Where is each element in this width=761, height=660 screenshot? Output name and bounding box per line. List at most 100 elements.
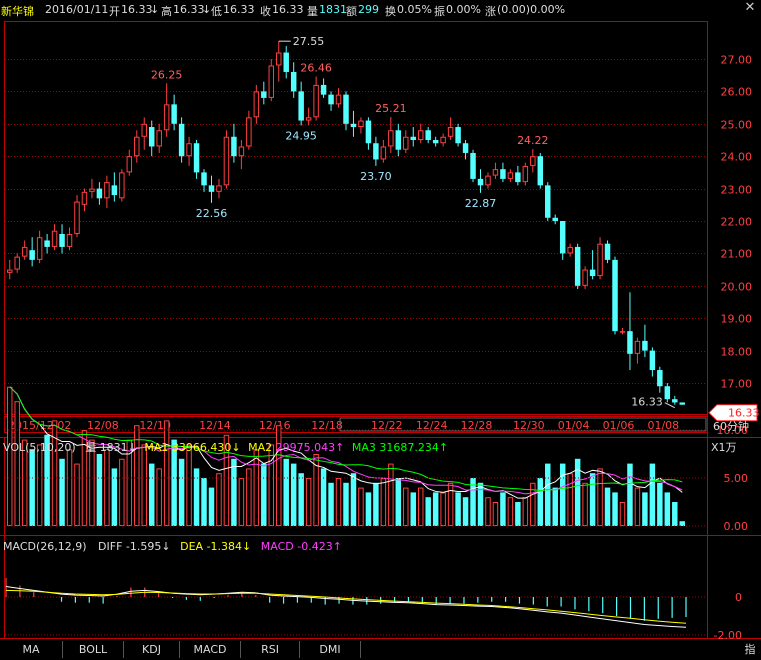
candle-body-up [485, 175, 491, 186]
candle-body-up [119, 172, 125, 199]
candle-body-up [358, 120, 364, 128]
annotation-pointer [664, 402, 676, 409]
volume-bar-down [111, 468, 118, 526]
indicator-menu-button[interactable]: 指 [743, 641, 757, 657]
volume-bar-down [559, 463, 566, 526]
candle-body-down [657, 370, 663, 387]
price-tick-label: 27.00 [721, 54, 753, 67]
candle-body-up [268, 65, 275, 98]
candle-body-down [574, 246, 581, 286]
candle-body-up [440, 136, 446, 144]
candle-body-up [530, 156, 536, 166]
candle-body-up [216, 185, 222, 192]
tab-kdj[interactable]: KDJ [124, 641, 180, 658]
volume-bar-down [432, 492, 439, 526]
volume-bar-down [552, 487, 558, 526]
vol-title: VOL(5,10,20) [3, 441, 76, 454]
period-selector[interactable]: 60分钟 [713, 418, 749, 434]
kline-chart[interactable]: 27.00 26.00 25.00 24.00 23.00 22.00 21.00 20.00… [0, 0, 761, 660]
candle-body-down [350, 123, 357, 128]
macd-title: MACD(26,12,9) [3, 540, 87, 553]
vol-tick-label: 5.00 [724, 472, 749, 485]
price-axis: 27.00 26.00 25.00 24.00 23.00 22.00 21.00 20.00… [721, 54, 753, 391]
tab-boll[interactable]: BOLL [63, 641, 124, 658]
candle-body-down [298, 91, 304, 121]
candle-body-up [66, 233, 73, 247]
candle-body-down [515, 172, 521, 183]
volume-bar-up [14, 401, 20, 527]
volume-bar-up [156, 468, 162, 526]
candle-body-down [672, 399, 678, 403]
volume-bars [7, 386, 685, 527]
indicator-tabs: MA BOLL KDJ MACD RSI DMI 指 [0, 639, 761, 660]
volume-bar-up [582, 482, 588, 526]
volume-bar-up [388, 463, 394, 527]
tab-macd[interactable]: MACD [180, 641, 241, 658]
candle-body-down [148, 127, 155, 147]
annotation-high-label: 25.21 [375, 102, 407, 115]
candle-body-up [186, 143, 192, 157]
diff-label: DIFF [98, 540, 123, 553]
ma1-label: MA1 [144, 441, 169, 454]
volume-bar-down [29, 449, 35, 526]
vol-label: 量 [85, 441, 97, 454]
volume-bar-down [589, 473, 596, 526]
candle-body-up [246, 117, 252, 147]
candle-body-up [126, 156, 133, 173]
volume-bar-up [238, 478, 245, 526]
volume-bar-down [261, 463, 267, 526]
candle-body-up [447, 127, 454, 137]
volume-bar-up [74, 463, 80, 527]
candle-body-up [335, 94, 342, 105]
candle-body-down [432, 140, 439, 144]
volume-bar-up [66, 449, 73, 527]
candle-body-down [328, 94, 334, 105]
candle-body-up [141, 123, 147, 137]
candle-body-down [627, 331, 633, 354]
annotation-low-label: 24.95 [285, 129, 317, 142]
tab-rsi[interactable]: RSI [241, 641, 300, 658]
volume-bar-down [612, 492, 618, 526]
volume-bar-down [657, 482, 663, 526]
tab-dmi[interactable]: DMI [300, 641, 361, 658]
volume-bar-down [425, 497, 431, 526]
volume-bar-up [119, 458, 125, 526]
volume-bar-up [597, 468, 603, 526]
candle-body-up [253, 91, 260, 118]
volume-bar-up [634, 487, 641, 527]
volume-bar-down [395, 478, 402, 526]
candle-body-down [470, 152, 476, 179]
candle-body-down [649, 350, 656, 371]
candle-body-up [582, 269, 588, 286]
candle-body-up [507, 172, 514, 179]
volume-bar-down [515, 502, 521, 526]
price-tick-label: 17.00 [721, 378, 753, 391]
candle-body-up [21, 246, 28, 257]
candle-body-up [163, 104, 170, 131]
price-tick-label: 21.00 [721, 248, 753, 261]
candle-body-down [178, 123, 185, 157]
price-tick-label: 25.00 [721, 119, 753, 132]
volume-bar-down [59, 458, 65, 526]
tab-ma[interactable]: MA [0, 641, 63, 658]
price-grid [5, 59, 707, 384]
volume-bar-up [447, 482, 454, 526]
annotation-low-label: 23.70 [360, 170, 392, 183]
price-tick-label: 18.00 [721, 346, 753, 359]
candle-body-up [89, 188, 95, 192]
volume-bar-up [417, 487, 424, 527]
candle-body-down [552, 217, 558, 221]
candle-body-up [156, 130, 162, 147]
volume-bar-down [500, 492, 506, 526]
volume-bar-down [462, 497, 469, 526]
volume-bar-up [335, 478, 342, 526]
volume-bar-up [567, 473, 573, 527]
macd-panel: 0-2.00 [5, 578, 742, 642]
candle-body-up [7, 269, 13, 273]
volume-bar-down [290, 463, 297, 526]
diff-line [5, 586, 687, 628]
candle-body-up [619, 331, 626, 333]
volume-bar-down [148, 463, 155, 526]
volume-bar-down [208, 487, 215, 526]
ma3-label: MA3 [351, 441, 376, 454]
